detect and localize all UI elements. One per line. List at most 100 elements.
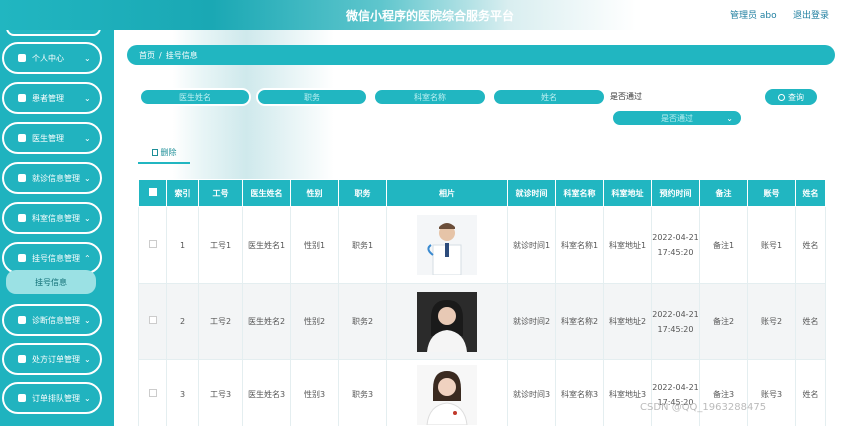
send-icon: [18, 316, 26, 324]
trash-icon: [151, 148, 158, 156]
table-row[interactable]: 2 工号2 医生姓名2 性别2 职务2 就诊时间2 科室名称2 科室地址2 20…: [138, 283, 826, 360]
list-icon: [18, 94, 26, 102]
cell-account: 账号2: [747, 283, 796, 360]
col-note[interactable]: 备注: [699, 179, 748, 207]
top-bar: 微信小程序的医院综合服务平台 管理员 abo 退出登录: [0, 0, 848, 30]
approved-select-placeholder: 是否通过: [661, 113, 693, 123]
main-content: 首页 / 挂号信息 医生姓名 职务 科室名称 姓名 是否通过 是否通过 ⌄ 查询…: [114, 30, 848, 426]
registration-table: 索引 工号 医生姓名 性别 职务 相片 就诊时间 科室名称 科室地址 预约时间 …: [138, 179, 848, 426]
sidebar-item-label: 订单排队管理: [32, 393, 80, 403]
chevron-down-icon: ⌄: [84, 133, 91, 143]
col-position[interactable]: 职务: [338, 179, 387, 207]
cell-gender: 性别2: [290, 283, 339, 360]
table-row[interactable]: 1 工号1 医生姓名1 性别1 职务1 就诊时间1 科室名称1 科室地址1 20…: [138, 206, 826, 284]
cell-photo: [386, 206, 508, 284]
row-checkbox[interactable]: [138, 359, 167, 426]
sidebar-top-item[interactable]: [6, 30, 101, 36]
cell-position: 职务2: [338, 283, 387, 360]
sidebar-item-label: 个人中心: [32, 53, 64, 63]
dept-name-input[interactable]: 科室名称: [373, 88, 487, 106]
cell-account: 账号1: [747, 206, 796, 284]
chevron-down-icon: ⌄: [726, 113, 733, 123]
sidebar-item-label: 医生管理: [32, 133, 64, 143]
breadcrumb-separator: /: [159, 50, 162, 60]
submenu-registration-info[interactable]: 挂号信息: [6, 270, 96, 294]
sidebar-item-label: 处方订单管理: [32, 354, 80, 364]
table-row[interactable]: 3 工号3 医生姓名3 性别3 职务3 就诊时间3 科室名称3 科室地址3 20…: [138, 359, 826, 426]
delete-button[interactable]: 删除: [138, 142, 190, 164]
query-button-label: 查询: [788, 92, 804, 102]
col-id[interactable]: 工号: [198, 179, 243, 207]
search-icon: [778, 93, 785, 101]
col-visit-time[interactable]: 就诊时间: [507, 179, 556, 207]
sidebar-item-prescriptions[interactable]: 处方订单管理 ⌄: [2, 343, 102, 375]
cell-dept: 科室名称3: [555, 359, 604, 426]
col-dept[interactable]: 科室名称: [555, 179, 604, 207]
sidebar-item-patients[interactable]: 患者管理 ⌄: [2, 82, 102, 114]
breadcrumb: 首页 / 挂号信息: [127, 45, 835, 65]
col-gender[interactable]: 性别: [290, 179, 339, 207]
doctor-name-input[interactable]: 医生姓名: [139, 88, 251, 106]
sidebar-item-doctors[interactable]: 医生管理 ⌄: [2, 122, 102, 154]
col-name[interactable]: 姓名: [795, 179, 826, 207]
chevron-down-icon: ⌄: [84, 354, 91, 364]
cell-name: 姓名: [795, 283, 826, 360]
sidebar-item-label: 诊断信息管理: [32, 315, 80, 325]
delete-button-label: 删除: [160, 147, 177, 157]
user-icon: [18, 54, 26, 62]
cell-visit-time: 就诊时间3: [507, 359, 556, 426]
chevron-down-icon: ⌄: [84, 213, 91, 223]
sidebar-item-queue[interactable]: 订单排队管理 ⌄: [2, 382, 102, 414]
chevron-down-icon: ⌄: [84, 53, 91, 63]
sidebar-item-departments[interactable]: 科室信息管理 ⌄: [2, 202, 102, 234]
grid-icon: [18, 355, 26, 363]
col-appt-time[interactable]: 预约时间: [651, 179, 700, 207]
breadcrumb-current: 挂号信息: [165, 50, 198, 60]
sidebar-item-diagnosis[interactable]: 诊断信息管理 ⌄: [2, 304, 102, 336]
cell-appt-time: 2022-04-21 17:45:20: [651, 283, 700, 360]
cell-dept: 科室名称1: [555, 206, 604, 284]
doctor-photo: [417, 364, 477, 425]
doctor-photo: [417, 291, 477, 352]
col-index[interactable]: 索引: [166, 179, 199, 207]
row-checkbox[interactable]: [138, 283, 167, 360]
name-input[interactable]: 姓名: [492, 88, 606, 106]
current-user[interactable]: 管理员 abo: [730, 8, 777, 21]
cell-photo: [386, 359, 508, 426]
col-account[interactable]: 账号: [747, 179, 796, 207]
sidebar-item-label: 患者管理: [32, 93, 64, 103]
col-photo[interactable]: 相片: [386, 179, 508, 207]
cell-position: 职务3: [338, 359, 387, 426]
col-address[interactable]: 科室地址: [603, 179, 652, 207]
query-button[interactable]: 查询: [764, 88, 818, 106]
cell-position: 职务1: [338, 206, 387, 284]
cell-index: 2: [166, 283, 199, 360]
select-all-checkbox[interactable]: [138, 179, 167, 207]
chevron-down-icon: ⌄: [84, 393, 91, 403]
cell-name: 姓名: [795, 206, 826, 284]
cell-appt-time: 2022-04-21 17:45:20: [651, 359, 700, 426]
cell-account: 账号3: [747, 359, 796, 426]
sidebar-item-personal-center[interactable]: 个人中心 ⌄: [2, 42, 102, 74]
cell-gender: 性别3: [290, 359, 339, 426]
row-checkbox[interactable]: [138, 206, 167, 284]
cell-doctor: 医生姓名2: [242, 283, 291, 360]
chevron-down-icon: ⌄: [84, 173, 91, 183]
sidebar-item-label: 就诊信息管理: [32, 173, 80, 183]
cell-id: 工号3: [198, 359, 243, 426]
table-header-row: 索引 工号 医生姓名 性别 职务 相片 就诊时间 科室名称 科室地址 预约时间 …: [138, 179, 826, 207]
clipboard-icon: [18, 254, 26, 262]
chevron-down-icon: ⌄: [84, 93, 91, 103]
cell-note: 备注2: [699, 283, 748, 360]
breadcrumb-home[interactable]: 首页: [139, 50, 155, 61]
cell-appt-time: 2022-04-21 17:45:20: [651, 206, 700, 284]
approved-select[interactable]: 是否通过 ⌄: [611, 109, 743, 127]
sidebar-item-visits[interactable]: 就诊信息管理 ⌄: [2, 162, 102, 194]
calendar-icon: [18, 174, 26, 182]
logout-link[interactable]: 退出登录: [793, 8, 829, 21]
position-input[interactable]: 职务: [256, 88, 368, 106]
col-doctor[interactable]: 医生姓名: [242, 179, 291, 207]
watermark: CSDN @QQ_1963288475: [640, 402, 767, 413]
cell-note: 备注1: [699, 206, 748, 284]
sidebar: 个人中心 ⌄ 患者管理 ⌄ 医生管理 ⌄ 就诊信息管理 ⌄ 科室信息管理 ⌄ 挂…: [0, 30, 114, 426]
